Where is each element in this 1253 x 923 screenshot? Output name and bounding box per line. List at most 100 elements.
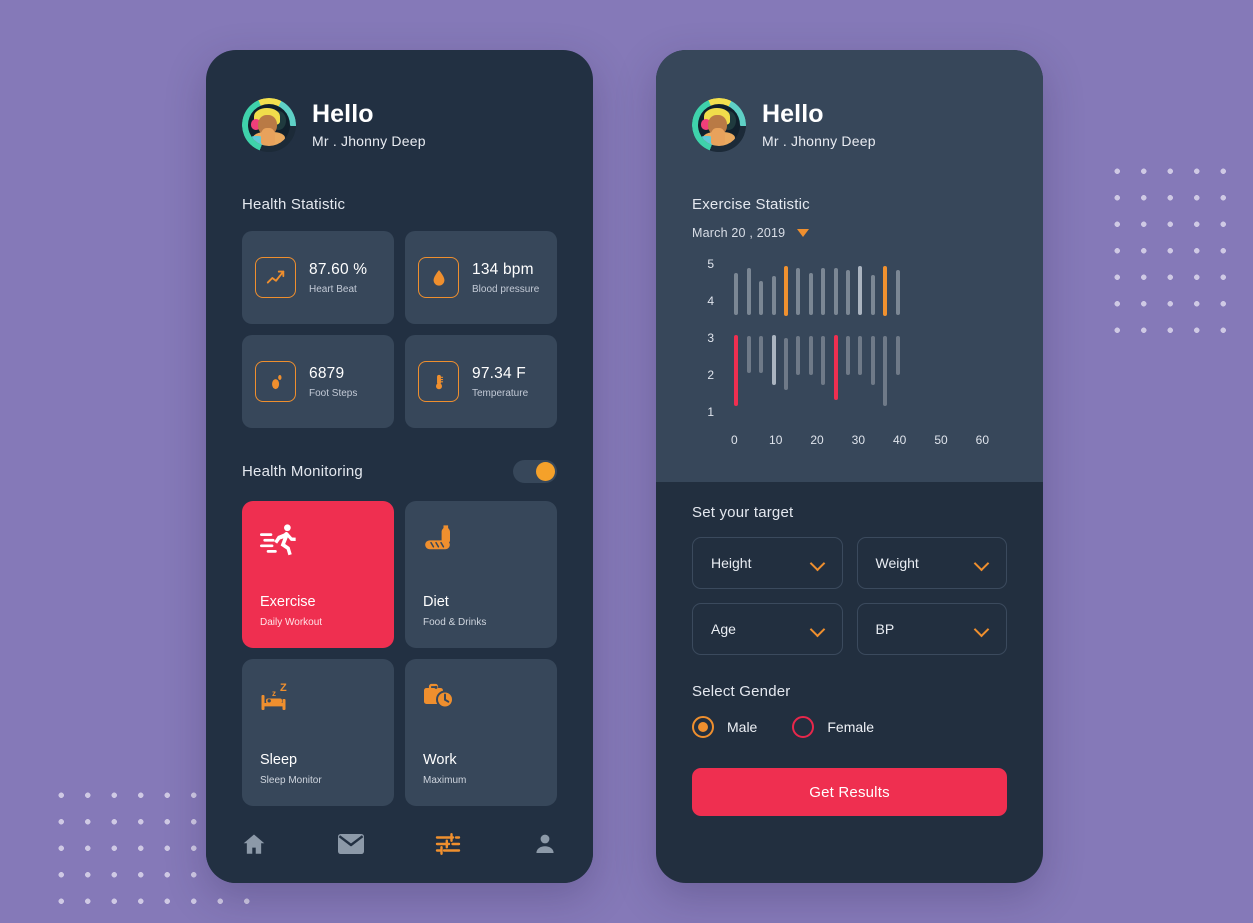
radio-male[interactable]	[692, 716, 714, 738]
set-target-title: Set your target	[692, 504, 794, 521]
chart-y-tick: 5	[707, 257, 714, 271]
monitoring-tile-exercise[interactable]: Exercise Daily Workout	[242, 501, 394, 648]
stat-card[interactable]: 134 bpm Blood pressure	[405, 231, 557, 324]
sliders-settings-icon	[435, 831, 461, 862]
chart-bar	[808, 273, 813, 315]
bread-and-jar-icon	[423, 523, 539, 567]
radio-label-female: Female	[827, 719, 875, 735]
stat-value: 6879	[309, 364, 345, 382]
nav-item-person-profile[interactable]	[523, 826, 567, 866]
select-height[interactable]: Height	[692, 537, 843, 589]
chart-bar	[746, 336, 751, 373]
profile-header: Hello Mr . Jhonny Deep	[692, 98, 1007, 152]
tile-title: Diet	[423, 594, 449, 610]
select-gender-title: Select Gender	[692, 683, 791, 700]
chart-x-tick: 0	[731, 433, 738, 447]
exercise-statistic-title: Exercise Statistic	[692, 196, 810, 213]
select-label: Weight	[875, 555, 919, 571]
stat-value: 87.60 %	[309, 260, 368, 278]
person-profile-icon	[533, 832, 557, 861]
tile-subtitle: Maximum	[423, 775, 467, 786]
stat-value: 134 bpm	[472, 260, 534, 278]
home-icon	[241, 831, 267, 862]
chart-bar	[734, 273, 739, 315]
chart-y-tick: 3	[707, 331, 714, 345]
monitoring-tile-work[interactable]: Work Maximum	[405, 659, 557, 806]
chart-bar	[796, 336, 801, 375]
chevron-down-icon	[812, 557, 824, 569]
chart-bar	[746, 268, 751, 315]
nav-item-envelope-mail[interactable]	[329, 826, 373, 866]
monitoring-tile-diet[interactable]: Diet Food & Drinks	[405, 501, 557, 648]
chart-bar	[759, 336, 764, 373]
chart-bar	[858, 336, 863, 375]
phone-left-dashboard: Hello Mr . Jhonny Deep Health Statistic …	[206, 50, 593, 883]
stat-card[interactable]: 6879 Foot Steps	[242, 335, 394, 428]
select-bp[interactable]: BP	[856, 603, 1007, 655]
greeting-text: Hello	[312, 99, 374, 128]
chevron-down-icon	[797, 229, 810, 237]
tile-title: Exercise	[260, 594, 316, 610]
date-selector[interactable]: March 20 , 2019	[692, 226, 1007, 240]
set-target-panel: Set your target Height Weight Age BP Select…	[656, 482, 1043, 816]
chart-x-tick: 30	[851, 433, 866, 447]
chart-bar	[845, 336, 850, 375]
briefcase-clock-icon	[423, 681, 539, 725]
target-select-grid: Height Weight Age BP	[692, 537, 1007, 655]
chart-plot-area	[722, 258, 1007, 418]
chart-y-axis: 5 4 3 2 1	[692, 258, 714, 418]
health-monitoring-row: Health Monitoring	[242, 460, 557, 483]
monitoring-tile-sleep[interactable]: Zz Sleep Sleep Monitor	[242, 659, 394, 806]
running-person-icon	[260, 523, 376, 567]
chart-bar	[783, 338, 788, 390]
avatar[interactable]	[692, 98, 746, 152]
chart-bar	[870, 336, 875, 385]
tile-subtitle: Sleep Monitor	[260, 775, 322, 786]
stat-label: Blood pressure	[472, 283, 540, 295]
chart-bar	[821, 336, 826, 385]
health-statistic-grid: 87.60 % Heart Beat 134 bpm Blood pressure 68…	[242, 231, 557, 428]
radio-female[interactable]	[792, 716, 815, 738]
tile-subtitle: Food & Drinks	[423, 617, 487, 628]
svg-text:z: z	[272, 689, 276, 698]
tile-title: Work	[423, 752, 457, 768]
bed-sleep-icon: Zz	[260, 681, 376, 725]
chart-bar	[783, 266, 788, 317]
stat-card[interactable]: 97.34 F Temperature	[405, 335, 557, 428]
select-weight[interactable]: Weight	[856, 537, 1007, 589]
chart-x-axis: 0 10 20 30 40 50 60	[722, 434, 1007, 450]
stat-label: Heart Beat	[309, 283, 357, 295]
phone-right-exercise: Hello Mr . Jhonny Deep Exercise Statisti…	[656, 50, 1043, 883]
stat-value: 97.34 F	[472, 364, 526, 382]
avatar[interactable]	[242, 98, 296, 152]
chart-bar	[796, 268, 801, 315]
nav-item-sliders-settings[interactable]	[426, 826, 470, 866]
chevron-down-icon	[812, 623, 824, 635]
select-age[interactable]: Age	[692, 603, 843, 655]
chart-bar	[771, 334, 776, 385]
profile-header: Hello Mr . Jhonny Deep	[242, 98, 557, 152]
tile-subtitle: Daily Workout	[260, 617, 323, 628]
svg-text:Z: Z	[280, 682, 287, 694]
nav-item-home[interactable]	[232, 826, 276, 866]
stat-label: Foot Steps	[309, 387, 358, 399]
radio-label-male: Male	[727, 719, 758, 735]
footprint-icon	[255, 361, 296, 402]
health-monitoring-tiles: Exercise Daily Workout Diet Food & Drinks Zz…	[242, 501, 557, 806]
chart-bar	[870, 274, 875, 315]
chart-bar	[833, 334, 838, 400]
date-text: March 20 , 2019	[692, 226, 786, 240]
chart-bar	[883, 266, 888, 317]
exercise-bar-chart: 5 4 3 2 1 0 10 20 30 40 50 60	[692, 258, 1007, 464]
tile-title: Sleep	[260, 752, 298, 768]
chart-bar	[845, 269, 850, 315]
chart-x-tick: 50	[934, 433, 948, 447]
decorative-dot-grid-right	[1098, 152, 1238, 338]
chart-bar	[734, 334, 739, 407]
thermometer-icon	[418, 361, 459, 402]
chart-bar	[833, 268, 838, 315]
get-results-button[interactable]: Get Results	[692, 768, 1007, 816]
stat-card[interactable]: 87.60 % Heart Beat	[242, 231, 394, 324]
health-monitoring-toggle[interactable]	[513, 460, 557, 483]
chart-bar	[858, 266, 863, 315]
